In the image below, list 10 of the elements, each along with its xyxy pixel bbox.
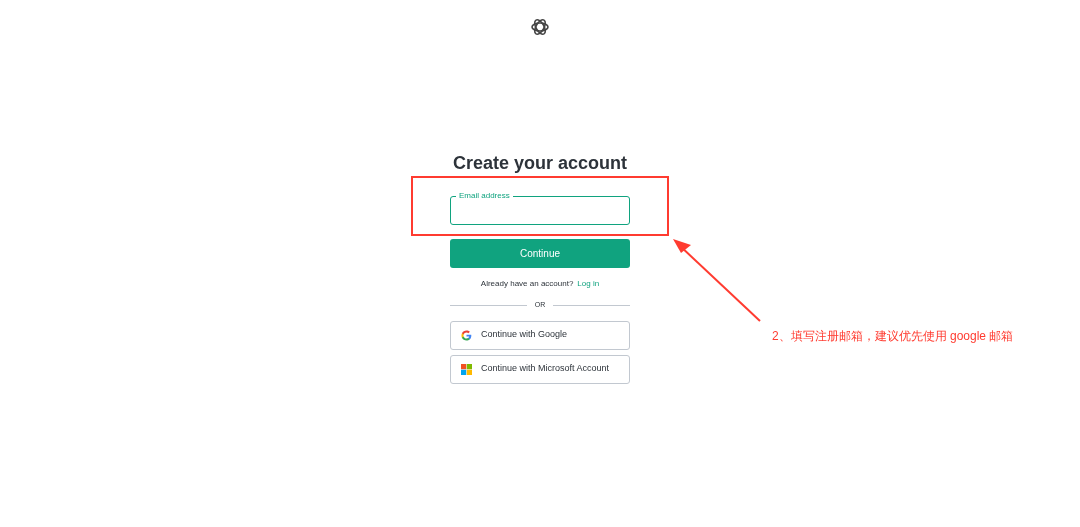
continue-button[interactable]: Continue [450, 239, 630, 268]
social-login-button[interactable]: Continue with Google [450, 320, 630, 350]
social-login-button[interactable]: Continue with Microsoft Account [450, 354, 630, 384]
login-prompt: Already have an account? [480, 278, 574, 290]
login-link[interactable]: Log in [577, 278, 600, 290]
windows-logo-icon [461, 363, 472, 375]
page-heading: Create your account [452, 152, 628, 175]
annotation-text: 2、填写注册邮箱，建议优先使用 google 邮箱 [772, 328, 1014, 345]
logo-icon [530, 17, 550, 37]
google-icon [461, 329, 472, 341]
